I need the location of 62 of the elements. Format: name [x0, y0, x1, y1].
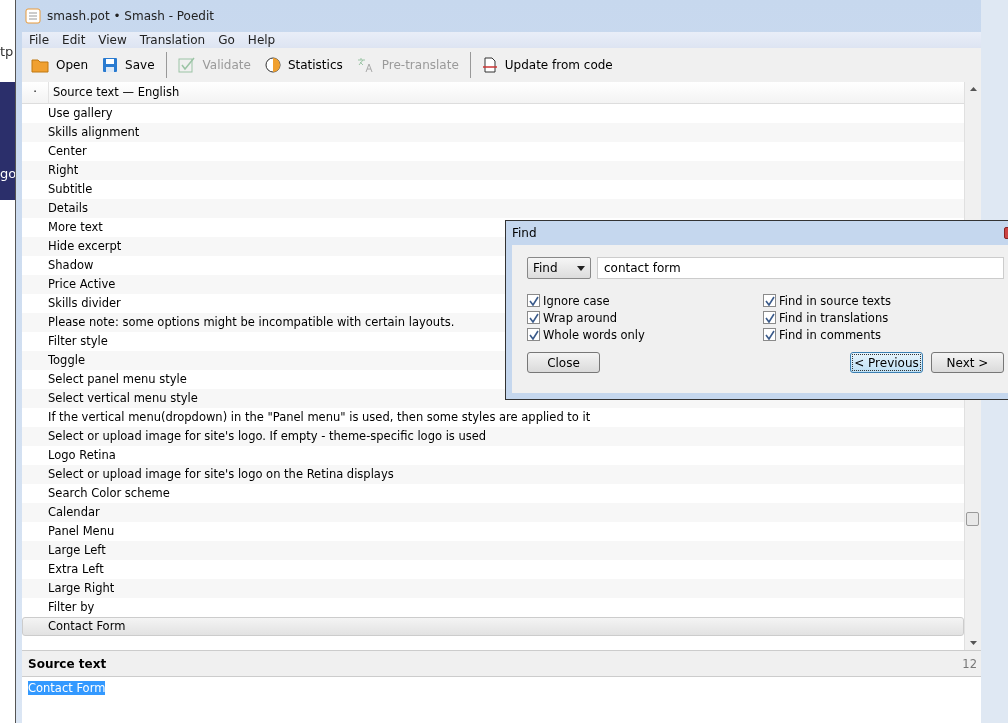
toolbar-button[interactable]: Update from code — [475, 54, 619, 76]
list-row[interactable]: Use gallery — [22, 104, 964, 123]
menu-item[interactable]: File — [24, 33, 58, 47]
close-button[interactable]: Close — [527, 352, 600, 373]
list-row[interactable]: Search Color scheme — [22, 484, 964, 503]
next-button[interactable]: Next > — [931, 352, 1004, 373]
list-row[interactable]: Large Right — [22, 579, 964, 598]
column-header[interactable]: · — [22, 82, 49, 103]
checkbox-label: Ignore case — [543, 293, 610, 308]
menu-item[interactable]: Translation — [134, 33, 214, 47]
scroll-up-icon[interactable] — [969, 87, 977, 91]
list-row[interactable]: Extra Left — [22, 560, 964, 579]
character-count: 12 — [962, 656, 977, 671]
translate-icon — [356, 57, 375, 73]
list-row[interactable]: Filter by — [22, 598, 964, 617]
mode-dropdown[interactable]: Find — [527, 257, 591, 279]
list-row[interactable]: Select or upload image for site's logo on the Retina displays — [22, 465, 964, 484]
checkbox[interactable] — [527, 311, 540, 324]
checkbox[interactable] — [527, 328, 540, 341]
background-text: go — [0, 166, 17, 181]
background-text: tp — [0, 44, 14, 59]
list-row[interactable]: Skills alignment — [22, 123, 964, 142]
checkbox-label: Find in translations — [779, 310, 889, 325]
list-row[interactable]: Logo Retina — [22, 446, 964, 465]
menu-item[interactable]: Help — [242, 33, 284, 47]
document-icon — [481, 57, 498, 73]
panel-title: Source text — [28, 656, 107, 671]
menu-item[interactable]: View — [93, 33, 135, 47]
list-row[interactable]: Details — [22, 199, 964, 218]
list-row[interactable]: If the vertical menu(dropdown) in the "Panel menu" is used, then some styles are applied to it — [22, 408, 964, 427]
list-row[interactable]: Subtitle — [22, 180, 964, 199]
checkbox[interactable] — [763, 294, 776, 307]
checkbox[interactable] — [763, 328, 776, 341]
menu-item[interactable]: Go — [213, 33, 243, 47]
checkbox-label: Wrap around — [543, 310, 618, 325]
toolbar-button[interactable]: Save — [96, 54, 161, 76]
pie-chart-icon — [264, 57, 281, 73]
list-row[interactable]: Panel Menu — [22, 522, 964, 541]
checkbox[interactable] — [763, 311, 776, 324]
checkbox-label: Find in source texts — [779, 293, 891, 308]
app-icon — [25, 8, 41, 24]
source-text: Contact Form — [28, 681, 106, 695]
list-row[interactable]: Contact Form — [22, 617, 964, 636]
dialog-title: Find — [512, 226, 537, 240]
list-row[interactable]: Large Left — [22, 541, 964, 560]
checkbox[interactable] — [527, 294, 540, 307]
list-row[interactable]: Center — [22, 142, 964, 161]
checkbox-icon — [177, 57, 196, 73]
list-row[interactable]: Select or upload image for site's logo. If empty - theme-specific logo is used — [22, 427, 964, 446]
window-title: smash.pot • Smash - Poedit — [47, 9, 214, 23]
column-header[interactable]: Source text — English — [49, 82, 180, 103]
menu-item[interactable]: Edit — [57, 33, 94, 47]
list-row[interactable]: Calendar — [22, 503, 964, 522]
toolbar-button[interactable]: Open — [25, 54, 95, 76]
previous-button[interactable]: < Previous — [850, 352, 923, 373]
caret-icon — [577, 265, 585, 271]
scrollbar-thumb[interactable] — [966, 512, 979, 526]
search-field[interactable]: contact form — [597, 257, 1004, 279]
toolbar-button[interactable]: Statistics — [258, 54, 349, 76]
list-row[interactable]: Right — [22, 161, 964, 180]
folder-icon — [31, 57, 49, 73]
scroll-down-icon[interactable] — [969, 641, 977, 645]
